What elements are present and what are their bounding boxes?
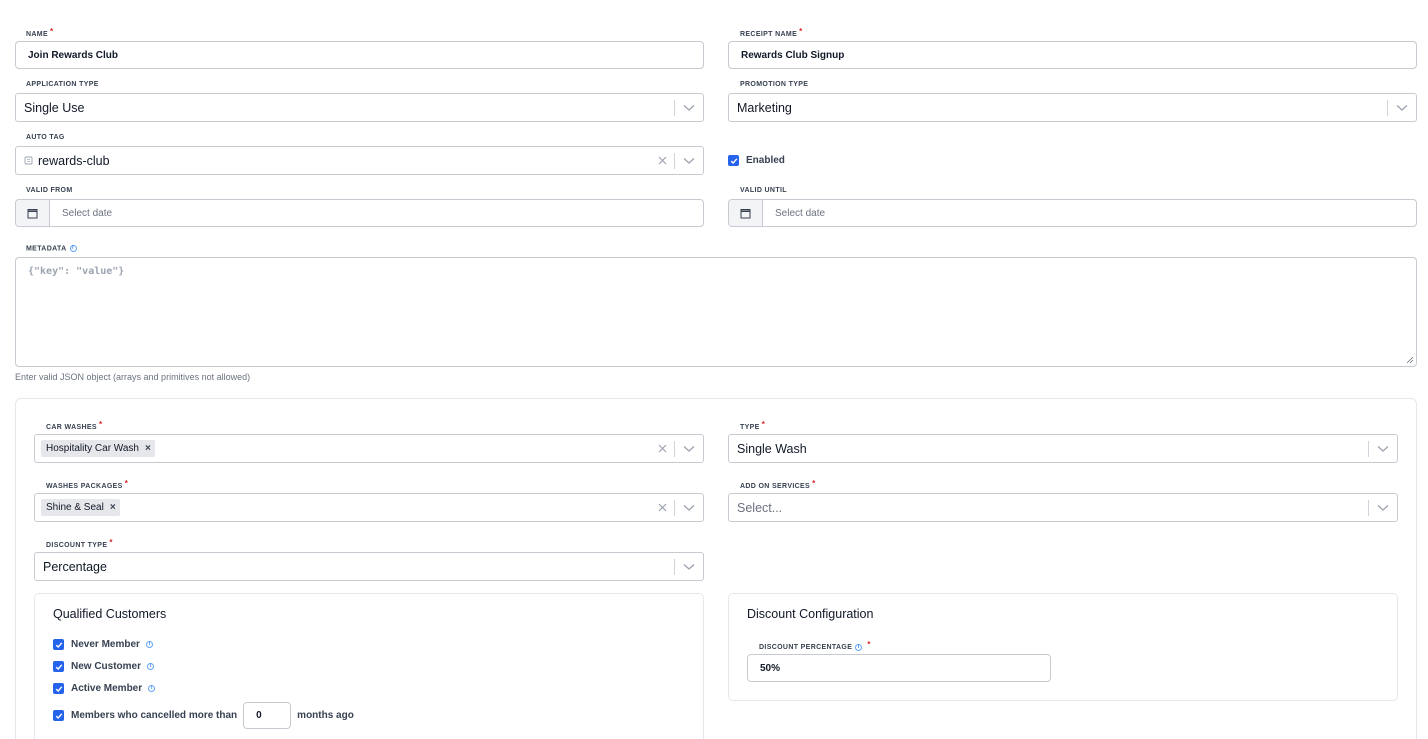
add-on-services-label: ADD ON SERVICES * [740,479,816,490]
discount-percentage-label: DISCOUNT PERCENTAGE i * [759,640,871,651]
valid-until-datepicker[interactable]: Select date [728,199,1417,227]
cancelled-months-input[interactable]: 0 [243,702,292,729]
chip-remove-icon[interactable]: × [110,502,116,513]
type-value: Single Wash [737,441,807,456]
metadata-help-text: Enter valid JSON object (arrays and prim… [15,372,251,382]
close-icon[interactable] [650,444,674,453]
name-input[interactable]: Join Rewards Club [15,41,704,69]
discount-type-label: DISCOUNT TYPE * [46,538,113,549]
check-icon [53,661,64,672]
auto-tag-label: AUTO TAG [26,134,65,141]
resize-handle-icon[interactable] [1406,356,1414,364]
never-member-checkbox[interactable]: Never Member i [53,639,153,650]
car-wash-chip: Hospitality Car Wash × [41,440,155,457]
chevron-down-icon[interactable] [1369,445,1397,453]
cancelled-members-checkbox[interactable]: Members who cancelled more than 0 months… [53,702,354,729]
receipt-name-label: RECEIPT NAME * [740,27,803,38]
enabled-checkbox[interactable]: Enabled [728,155,785,166]
valid-from-datepicker[interactable]: Select date [15,199,704,227]
wash-package-chip: Shine & Seal × [41,499,120,516]
application-type-value: Single Use [24,100,85,115]
chip-remove-icon[interactable]: × [145,443,151,454]
new-customer-checkbox[interactable]: New Customer i [53,661,155,672]
washes-packages-multiselect[interactable]: Shine & Seal × [34,493,704,522]
info-icon[interactable]: i [148,685,156,692]
info-icon[interactable]: i [855,643,863,651]
check-icon [728,155,739,166]
chevron-down-icon[interactable] [675,445,703,453]
metadata-label: METADATA i [26,245,77,252]
chevron-down-icon[interactable] [675,504,703,512]
promotion-type-label: PROMOTION TYPE [740,81,809,88]
name-label: NAME * [26,27,54,38]
type-label: TYPE * [740,420,766,431]
tag-icon [24,156,33,165]
add-on-services-select[interactable]: Select... [728,493,1398,522]
check-icon [53,683,64,694]
discount-type-value: Percentage [43,559,107,574]
car-washes-label: CAR WASHES * [46,420,103,431]
discount-configuration-title: Discount Configuration [747,607,874,621]
chevron-down-icon[interactable] [675,104,703,112]
add-on-services-placeholder: Select... [737,500,783,515]
metadata-textarea[interactable]: {"key": "value"} [15,257,1417,367]
chevron-down-icon[interactable] [675,563,703,571]
check-icon [53,710,64,721]
application-type-label: APPLICATION TYPE [26,81,99,88]
auto-tag-value: rewards-club [38,153,110,168]
promotion-type-select[interactable]: Marketing [728,93,1417,122]
application-type-select[interactable]: Single Use [15,93,704,122]
chevron-down-icon[interactable] [675,157,703,165]
promotion-type-value: Marketing [737,100,792,115]
info-icon[interactable]: i [147,663,155,670]
active-member-checkbox[interactable]: Active Member i [53,683,156,694]
info-icon[interactable]: i [69,245,77,252]
receipt-name-input[interactable]: Rewards Club Signup [728,41,1417,69]
calendar-icon[interactable] [729,200,763,226]
info-icon[interactable]: i [145,641,153,648]
car-washes-multiselect[interactable]: Hospitality Car Wash × [34,434,704,463]
qualified-customers-title: Qualified Customers [53,607,167,621]
check-icon [53,639,64,650]
close-icon[interactable] [650,156,674,165]
washes-packages-label: WASHES PACKAGES * [46,479,129,490]
discount-type-select[interactable]: Percentage [34,552,704,581]
close-icon[interactable] [650,503,674,512]
discount-percentage-input[interactable]: 50% [747,654,1051,682]
type-select[interactable]: Single Wash [728,434,1398,463]
valid-from-label: VALID FROM [26,187,73,194]
chevron-down-icon[interactable] [1388,104,1416,112]
calendar-icon[interactable] [16,200,50,226]
valid-until-label: VALID UNTIL [740,187,787,194]
auto-tag-select[interactable]: rewards-club [15,146,704,175]
chevron-down-icon[interactable] [1369,504,1397,512]
